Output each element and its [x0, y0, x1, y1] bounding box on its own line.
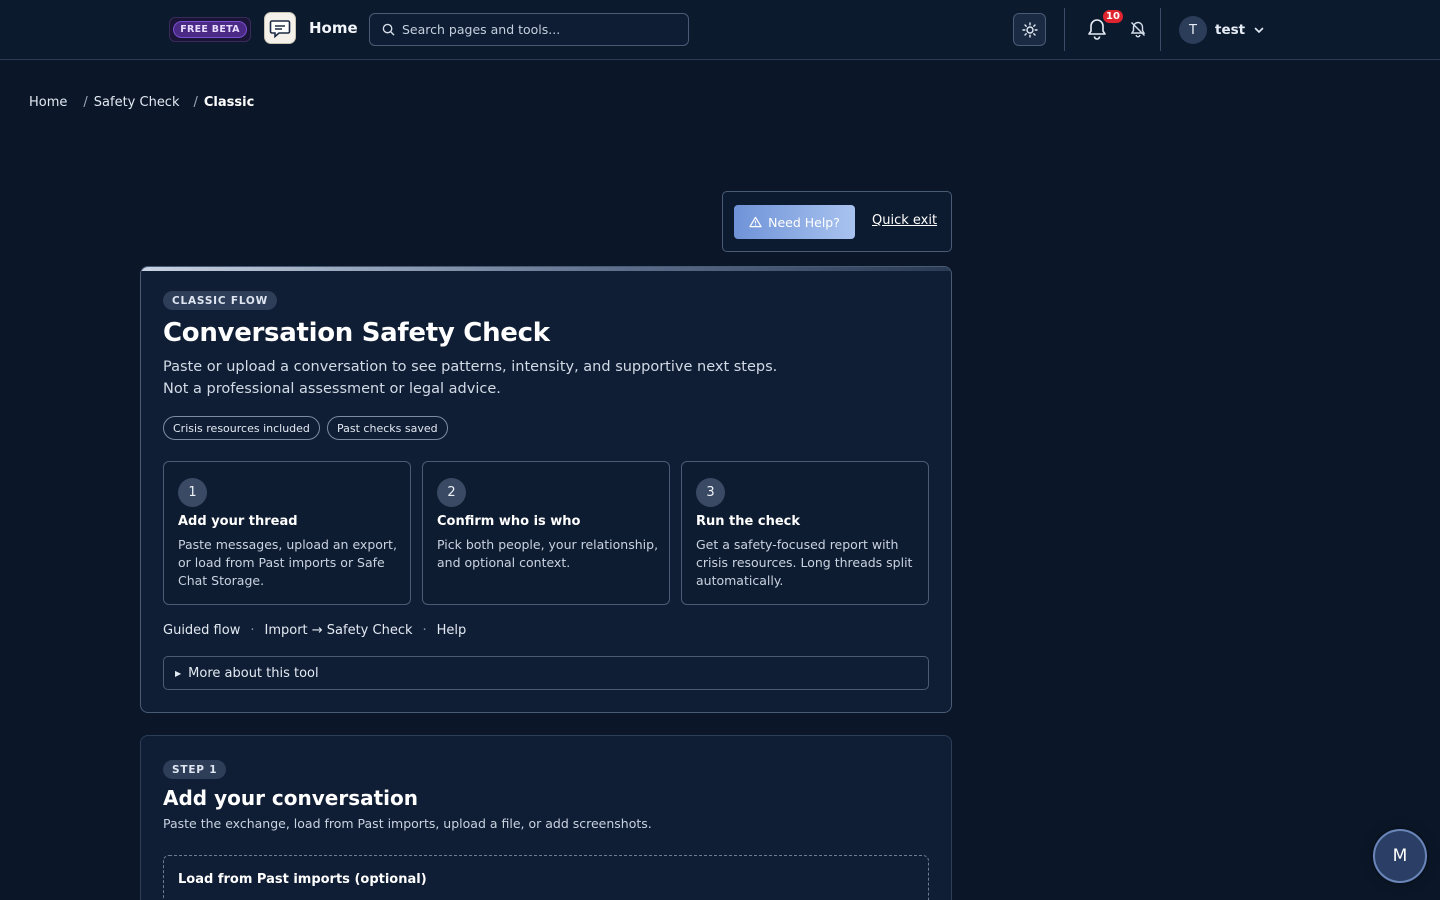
divider	[1064, 8, 1065, 51]
notification-badge: 10	[1101, 8, 1125, 25]
beta-label: FREE BETA	[173, 21, 247, 38]
step-card-3: 3 Run the check Get a safety-focused rep…	[681, 461, 929, 605]
step1-badge: STEP 1	[163, 760, 227, 779]
step1-card: STEP 1 Add your conversation Paste the e…	[140, 735, 952, 900]
intro-card: CLASSIC FLOW Conversation Safety Check P…	[140, 266, 952, 713]
step-number: 3	[696, 478, 725, 507]
chip-past-checks: Past checks saved	[327, 416, 448, 440]
step-card-1: 1 Add your thread Paste messages, upload…	[163, 461, 411, 605]
breadcrumb-separator: /	[193, 95, 198, 110]
help-link[interactable]: Help	[437, 623, 467, 638]
step-title: Run the check	[696, 514, 800, 529]
step-description: Get a safety-focused report with crisis …	[696, 537, 913, 588]
guided-flow-link[interactable]: Guided flow	[163, 623, 240, 638]
breadcrumb: Home / Safety Check / Classic	[29, 95, 254, 110]
triangle-right-icon: ▶	[175, 668, 182, 678]
past-imports-panel[interactable]: Load from Past imports (optional)	[163, 855, 929, 900]
warning-icon	[749, 216, 762, 228]
user-menu[interactable]: T test	[1179, 15, 1265, 45]
step-description: Paste messages, upload an export, or loa…	[178, 537, 397, 588]
theme-toggle-button[interactable]	[1013, 13, 1046, 46]
related-links: Guided flow · Import → Safety Check · He…	[163, 623, 466, 638]
floating-menu-button[interactable]: M	[1373, 829, 1427, 883]
chip-crisis-resources: Crisis resources included	[163, 416, 320, 440]
page-title: Conversation Safety Check	[163, 318, 550, 348]
search-icon	[382, 23, 395, 36]
card-accent-line	[141, 267, 951, 271]
search-input[interactable]	[402, 22, 672, 37]
user-name: test	[1215, 22, 1246, 38]
avatar: T	[1179, 16, 1207, 44]
need-help-button[interactable]: Need Help?	[734, 205, 855, 239]
link-separator: ·	[250, 623, 255, 638]
step-title: Add your thread	[178, 514, 298, 529]
sun-icon	[1021, 21, 1038, 38]
step-number: 1	[178, 478, 207, 507]
more-about-label: More about this tool	[188, 665, 319, 681]
past-imports-title: Load from Past imports (optional)	[178, 872, 427, 887]
quick-exit-link[interactable]: Quick exit	[872, 213, 937, 228]
need-help-label: Need Help?	[768, 214, 840, 230]
home-link[interactable]: Home	[309, 19, 358, 37]
classic-flow-badge: CLASSIC FLOW	[163, 291, 278, 310]
step1-title: Add your conversation	[163, 786, 419, 810]
breadcrumb-safety-check[interactable]: Safety Check	[94, 95, 180, 110]
import-safety-check-link[interactable]: Import → Safety Check	[264, 623, 412, 638]
search-bar[interactable]	[369, 13, 689, 46]
step-number: 2	[437, 478, 466, 507]
step-title: Confirm who is who	[437, 514, 581, 529]
beta-badge: FREE BETA	[169, 17, 251, 42]
bell-off-icon[interactable]	[1129, 20, 1147, 38]
help-box: Need Help? Quick exit	[722, 191, 952, 252]
breadcrumb-separator: /	[83, 95, 88, 110]
step-description: Pick both people, your relationship, and…	[437, 537, 659, 570]
page-subtitle: Paste or upload a conversation to see pa…	[163, 359, 778, 375]
breadcrumb-home[interactable]: Home	[29, 95, 67, 110]
disclaimer-text: Not a professional assessment or legal a…	[163, 381, 501, 397]
link-separator: ·	[422, 623, 427, 638]
breadcrumb-current: Classic	[203, 95, 255, 110]
top-bar: FREE BETA Home 10	[0, 0, 1440, 60]
chevron-down-icon	[1254, 27, 1264, 34]
step-card-2: 2 Confirm who is who Pick both people, y…	[422, 461, 670, 605]
divider	[1160, 8, 1161, 51]
step1-subtitle: Paste the exchange, load from Past impor…	[163, 816, 652, 831]
more-about-tool-toggle[interactable]: ▶ More about this tool	[163, 656, 929, 690]
app-logo-icon[interactable]	[264, 12, 296, 44]
